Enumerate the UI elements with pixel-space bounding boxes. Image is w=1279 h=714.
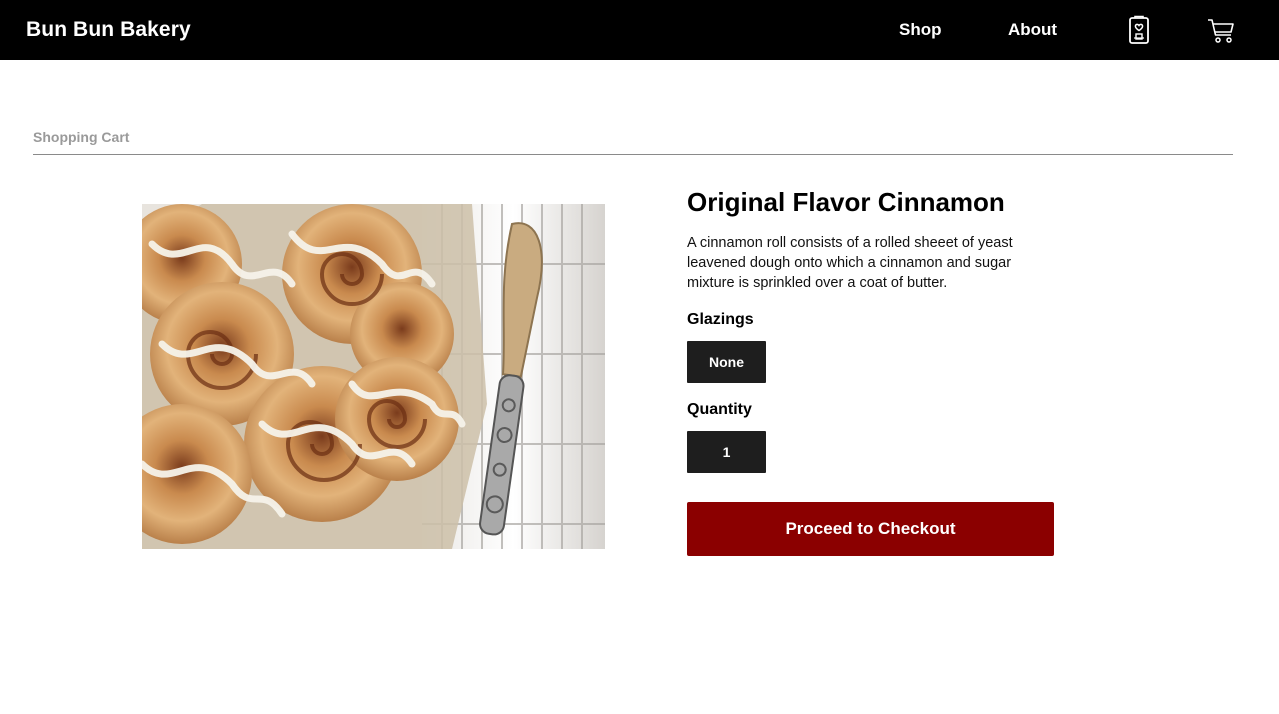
cart-icon [1208, 19, 1234, 43]
quantity-label: Quantity [687, 401, 752, 418]
cinnamon-rolls-photo [142, 204, 605, 549]
quantity-input[interactable]: 1 [687, 431, 766, 473]
divider [33, 154, 1233, 155]
wishlist-button[interactable] [1124, 14, 1154, 46]
glazing-label: Glazings [687, 311, 754, 328]
checkout-button[interactable]: Proceed to Checkout [687, 502, 1054, 556]
product-description: A cinnamon roll consists of a rolled she… [687, 235, 1013, 291]
glazing-select[interactable]: None [687, 341, 766, 383]
cart-button[interactable] [1206, 14, 1236, 46]
top-navbar: Bun Bun Bakery Shop About [0, 0, 1279, 60]
nav-shop-link[interactable]: Shop [899, 19, 942, 41]
nav-about-link[interactable]: About [1008, 19, 1057, 41]
wishlist-icon [1129, 15, 1149, 44]
product-title: Original Flavor Cinnamon [687, 187, 1005, 217]
product-image [142, 204, 605, 549]
brand-logo[interactable]: Bun Bun Bakery [26, 17, 191, 43]
breadcrumb[interactable]: Shopping Cart [33, 128, 129, 146]
